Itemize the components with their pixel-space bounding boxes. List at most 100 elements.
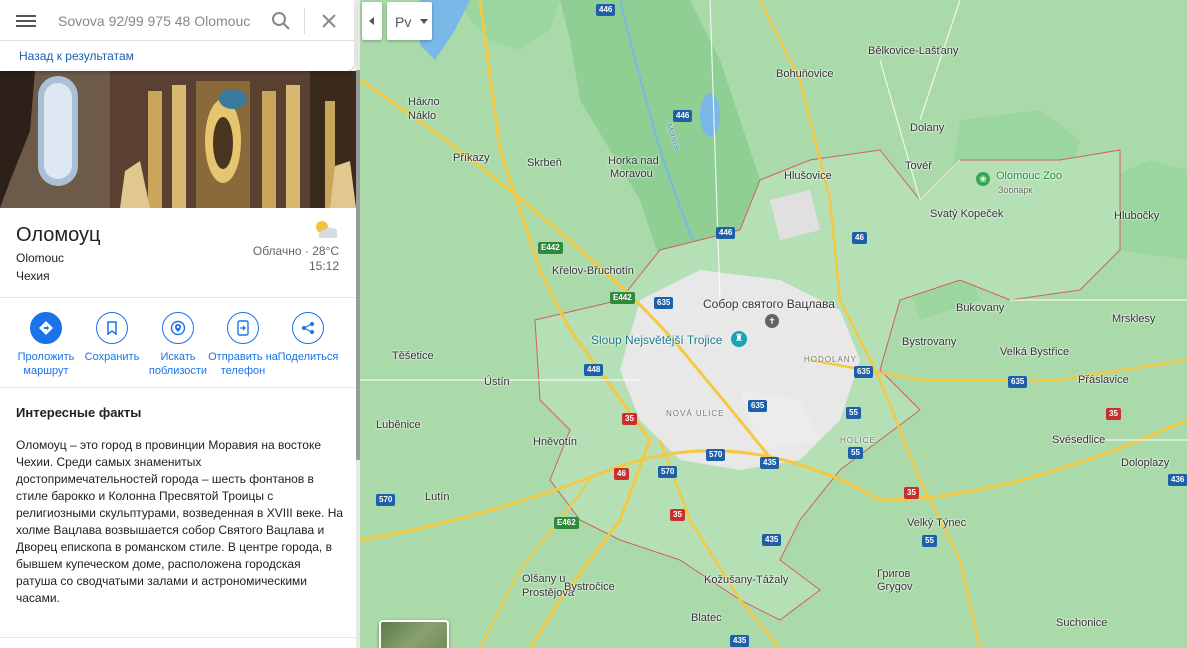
place-label[interactable]: Hněvotín [533, 436, 577, 449]
partly-cloudy-icon [316, 221, 338, 238]
road-shield: 436 [1168, 474, 1187, 486]
back-to-results-link[interactable]: Назад к результатам [19, 49, 134, 63]
road-shield: 55 [922, 535, 937, 547]
place-header: Оломоуц Olomouc Чехия Облачно · 28°C 15:… [0, 208, 356, 298]
place-label[interactable]: Horka nad [608, 155, 659, 168]
road-shield: 446 [673, 110, 693, 122]
place-label[interactable]: Нáкло [408, 96, 440, 109]
zoo-icon[interactable]: ❀ [976, 172, 990, 186]
road-shield: E442 [538, 242, 563, 254]
place-label[interactable]: Suchonice [1056, 617, 1107, 630]
search-nearby-button[interactable]: Искать поблизости [143, 312, 213, 378]
place-label[interactable]: Hlubočky [1114, 210, 1159, 223]
search-icon[interactable] [270, 10, 292, 32]
place-label[interactable]: Григов [877, 568, 910, 581]
road-shield: 55 [846, 407, 861, 419]
facts-description: Оломоуц – это город в провинции Моравия … [16, 438, 344, 605]
place-label[interactable]: Příkazy [453, 152, 490, 165]
place-label[interactable]: Dolany [910, 122, 944, 135]
search-input[interactable] [58, 10, 254, 32]
road-shield: 46 [614, 468, 629, 480]
place-label[interactable]: Bystročice [564, 581, 615, 594]
place-label[interactable]: Grygov [877, 581, 912, 594]
bookmark-icon [96, 312, 128, 344]
place-label[interactable]: Bohuňovice [776, 68, 834, 81]
map-language-button[interactable]: Рv [387, 2, 432, 40]
place-label[interactable]: Svésedlice [1052, 434, 1105, 447]
place-label[interactable]: Křelov-Břuchotín [552, 265, 634, 278]
satellite-layer-toggle[interactable] [379, 620, 449, 648]
interesting-facts-section: Интересные факты Оломоуц – это город в п… [0, 388, 356, 638]
share-label: Поделиться [277, 351, 339, 363]
directions-label: Проложить маршрут [17, 351, 75, 377]
place-label[interactable]: Bělkovice-Lašťany [868, 45, 958, 58]
poi-category: Зоопарк [998, 185, 1033, 195]
send-to-phone-label: Отправить на телефон [208, 351, 278, 377]
close-icon[interactable] [318, 10, 340, 32]
place-label[interactable]: Luběnice [376, 419, 421, 432]
place-label[interactable]: Přáslavice [1078, 374, 1129, 387]
church-icon[interactable]: ✝ [765, 314, 779, 328]
send-to-phone-button[interactable]: Отправить на телефон [208, 312, 278, 378]
place-label[interactable]: Velký Týnec [907, 517, 966, 530]
place-label[interactable]: Moravou [610, 168, 653, 181]
road-shield: 435 [762, 534, 782, 546]
place-hero-photo[interactable] [0, 71, 356, 208]
place-label[interactable]: Bystrovany [902, 336, 956, 349]
road-shield: 570 [376, 494, 396, 506]
place-label[interactable]: Náklo [408, 110, 436, 123]
chevron-down-icon [420, 19, 428, 24]
road-shield: 35 [670, 509, 685, 521]
weather-time: 15:12 [308, 259, 339, 273]
place-title: Оломоуц [16, 224, 101, 246]
chevron-left-icon [369, 17, 374, 25]
search-card: Назад к результатам [0, 0, 354, 71]
menu-button[interactable] [16, 12, 36, 30]
hamburger-icon-line [16, 20, 36, 22]
language-label: Рv [395, 14, 412, 30]
place-label[interactable]: Těšetice [392, 350, 434, 363]
place-label[interactable]: Doloplazy [1121, 457, 1169, 470]
road-shield: 448 [584, 364, 604, 376]
facts-title: Интересные факты [16, 405, 142, 420]
share-icon [292, 312, 324, 344]
collapse-panel-button[interactable] [362, 2, 382, 40]
landmark-icon[interactable]: ♜ [731, 331, 747, 347]
road-shield: 570 [658, 466, 678, 478]
scrollbar-thumb[interactable] [356, 70, 360, 460]
poi-cathedral[interactable]: Собор святого Вацлава [703, 298, 835, 311]
place-label[interactable]: Tovéř [905, 160, 932, 173]
place-label[interactable]: Kožušany-Tážaly [704, 574, 788, 587]
district-label[interactable]: HOLICE [840, 434, 876, 447]
place-side-panel: Оломоуц Olomouc Чехия Облачно · 28°C 15:… [0, 0, 356, 648]
maps-app: Bělkovice-Lašťany Bohuňovice Нáкло Náklo… [0, 0, 1187, 648]
road-shield: 435 [730, 635, 750, 647]
place-label[interactable]: Velká Bystřice [1000, 346, 1069, 359]
place-label[interactable]: Olšany u [522, 573, 565, 586]
road-shield: 446 [716, 227, 736, 239]
poi-olomouc-zoo[interactable]: Olomouc Zoo [996, 170, 1062, 183]
place-label[interactable]: Skrbeň [527, 157, 562, 170]
directions-button[interactable]: Проложить маршрут [11, 312, 81, 378]
district-label[interactable]: NOVÁ ULICE [666, 407, 724, 420]
poi-holy-trinity-column[interactable]: Sloup Nejsvětější Trojice [591, 334, 722, 347]
place-label[interactable]: Mrsklesy [1112, 313, 1155, 326]
action-buttons-row: Проложить маршрут Сохранить Искать побли… [0, 298, 356, 388]
place-label[interactable]: Blatec [691, 612, 722, 625]
save-button[interactable]: Сохранить [77, 312, 147, 364]
search-divider [304, 8, 305, 34]
place-label[interactable]: Ústín [484, 376, 510, 389]
place-label[interactable]: Bukovany [956, 302, 1004, 315]
place-label[interactable]: Hlušovice [784, 170, 832, 183]
road-shield: 35 [622, 413, 637, 425]
save-label: Сохранить [84, 351, 140, 363]
church-interior-image [0, 71, 356, 208]
place-label[interactable]: Lutín [425, 491, 449, 504]
road-shield: E462 [554, 517, 579, 529]
share-button[interactable]: Поделиться [273, 312, 343, 364]
place-label[interactable]: Svatý Kopeček [930, 208, 1003, 221]
weather-condition: Облачно · 28°C [252, 244, 339, 258]
map-canvas[interactable]: Bělkovice-Lašťany Bohuňovice Нáкло Náklo… [360, 0, 1187, 648]
district-label[interactable]: HODOLANY [804, 353, 857, 366]
panel-scrollbar[interactable] [356, 0, 360, 648]
